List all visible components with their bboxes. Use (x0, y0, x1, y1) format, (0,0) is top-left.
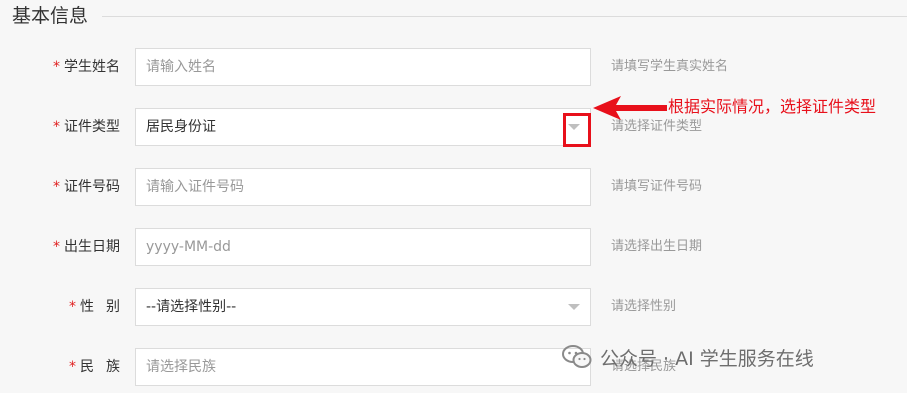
form-row-birth-date: * 出生日期 yyyy-MM-dd 请选择出生日期 (0, 228, 907, 266)
id-number-hint: 请填写证件号码 (611, 179, 703, 194)
required-mark: * (53, 239, 60, 255)
id-number-placeholder: 请输入证件号码 (146, 179, 244, 195)
watermark-text: 公众号 · AI 学生服务在线 (600, 347, 814, 370)
required-mark: * (53, 179, 60, 195)
student-name-placeholder: 请输入姓名 (146, 59, 216, 75)
birth-date-input[interactable]: yyyy-MM-dd (135, 228, 591, 266)
ethnicity-label-char-2: 族 (106, 359, 120, 375)
annotation-highlight-box (563, 113, 591, 147)
student-name-label: * 学生姓名 (30, 48, 120, 86)
annotation-arrow-icon (593, 96, 667, 120)
id-type-value: 居民身份证 (146, 119, 216, 135)
ethnicity-input[interactable]: 请选择民族 (135, 348, 591, 386)
chevron-down-icon[interactable] (568, 304, 580, 310)
ethnicity-placeholder: 请选择民族 (146, 359, 216, 375)
birth-date-hint: 请选择出生日期 (611, 239, 703, 254)
watermark: 公众号 · AI 学生服务在线 (562, 343, 814, 371)
id-type-select[interactable]: 居民身份证 (135, 108, 591, 146)
id-number-label-text: 证件号码 (64, 179, 120, 195)
birth-date-placeholder: yyyy-MM-dd (146, 239, 231, 255)
student-name-label-text: 学生姓名 (64, 59, 120, 75)
ethnicity-label: * 民族 (30, 348, 120, 386)
id-number-label: * 证件号码 (30, 168, 120, 206)
section-header: 基本信息 (0, 0, 907, 34)
form-row-gender: * 性别 --请选择性别-- 请选择性别 (0, 288, 907, 326)
wechat-icon (562, 345, 592, 368)
id-type-label: * 证件类型 (30, 108, 120, 146)
gender-label-char-2: 别 (106, 299, 120, 315)
section-title: 基本信息 (12, 5, 89, 27)
gender-label-char-1: 性 (80, 299, 106, 315)
id-number-input[interactable]: 请输入证件号码 (135, 168, 591, 206)
gender-hint: 请选择性别 (611, 299, 677, 314)
required-mark: * (53, 59, 60, 75)
gender-value: --请选择性别-- (146, 299, 237, 315)
required-mark: * (69, 359, 76, 375)
gender-select[interactable]: --请选择性别-- (135, 288, 591, 326)
section-divider (102, 16, 907, 17)
annotation-text: 根据实际情况，选择证件类型 (668, 97, 877, 116)
form-row-id-number: * 证件号码 请输入证件号码 请填写证件号码 (0, 168, 907, 206)
ethnicity-label-char-1: 民 (80, 359, 106, 375)
form-row-student-name: * 学生姓名 请输入姓名 请填写学生真实姓名 (0, 48, 907, 86)
birth-date-label: * 出生日期 (30, 228, 120, 266)
student-name-hint: 请填写学生真实姓名 (611, 59, 729, 74)
required-mark: * (69, 299, 76, 315)
id-type-label-text: 证件类型 (64, 119, 120, 135)
student-name-input[interactable]: 请输入姓名 (135, 48, 591, 86)
birth-date-label-text: 出生日期 (64, 239, 120, 255)
required-mark: * (53, 119, 60, 135)
gender-label: * 性别 (30, 288, 120, 326)
